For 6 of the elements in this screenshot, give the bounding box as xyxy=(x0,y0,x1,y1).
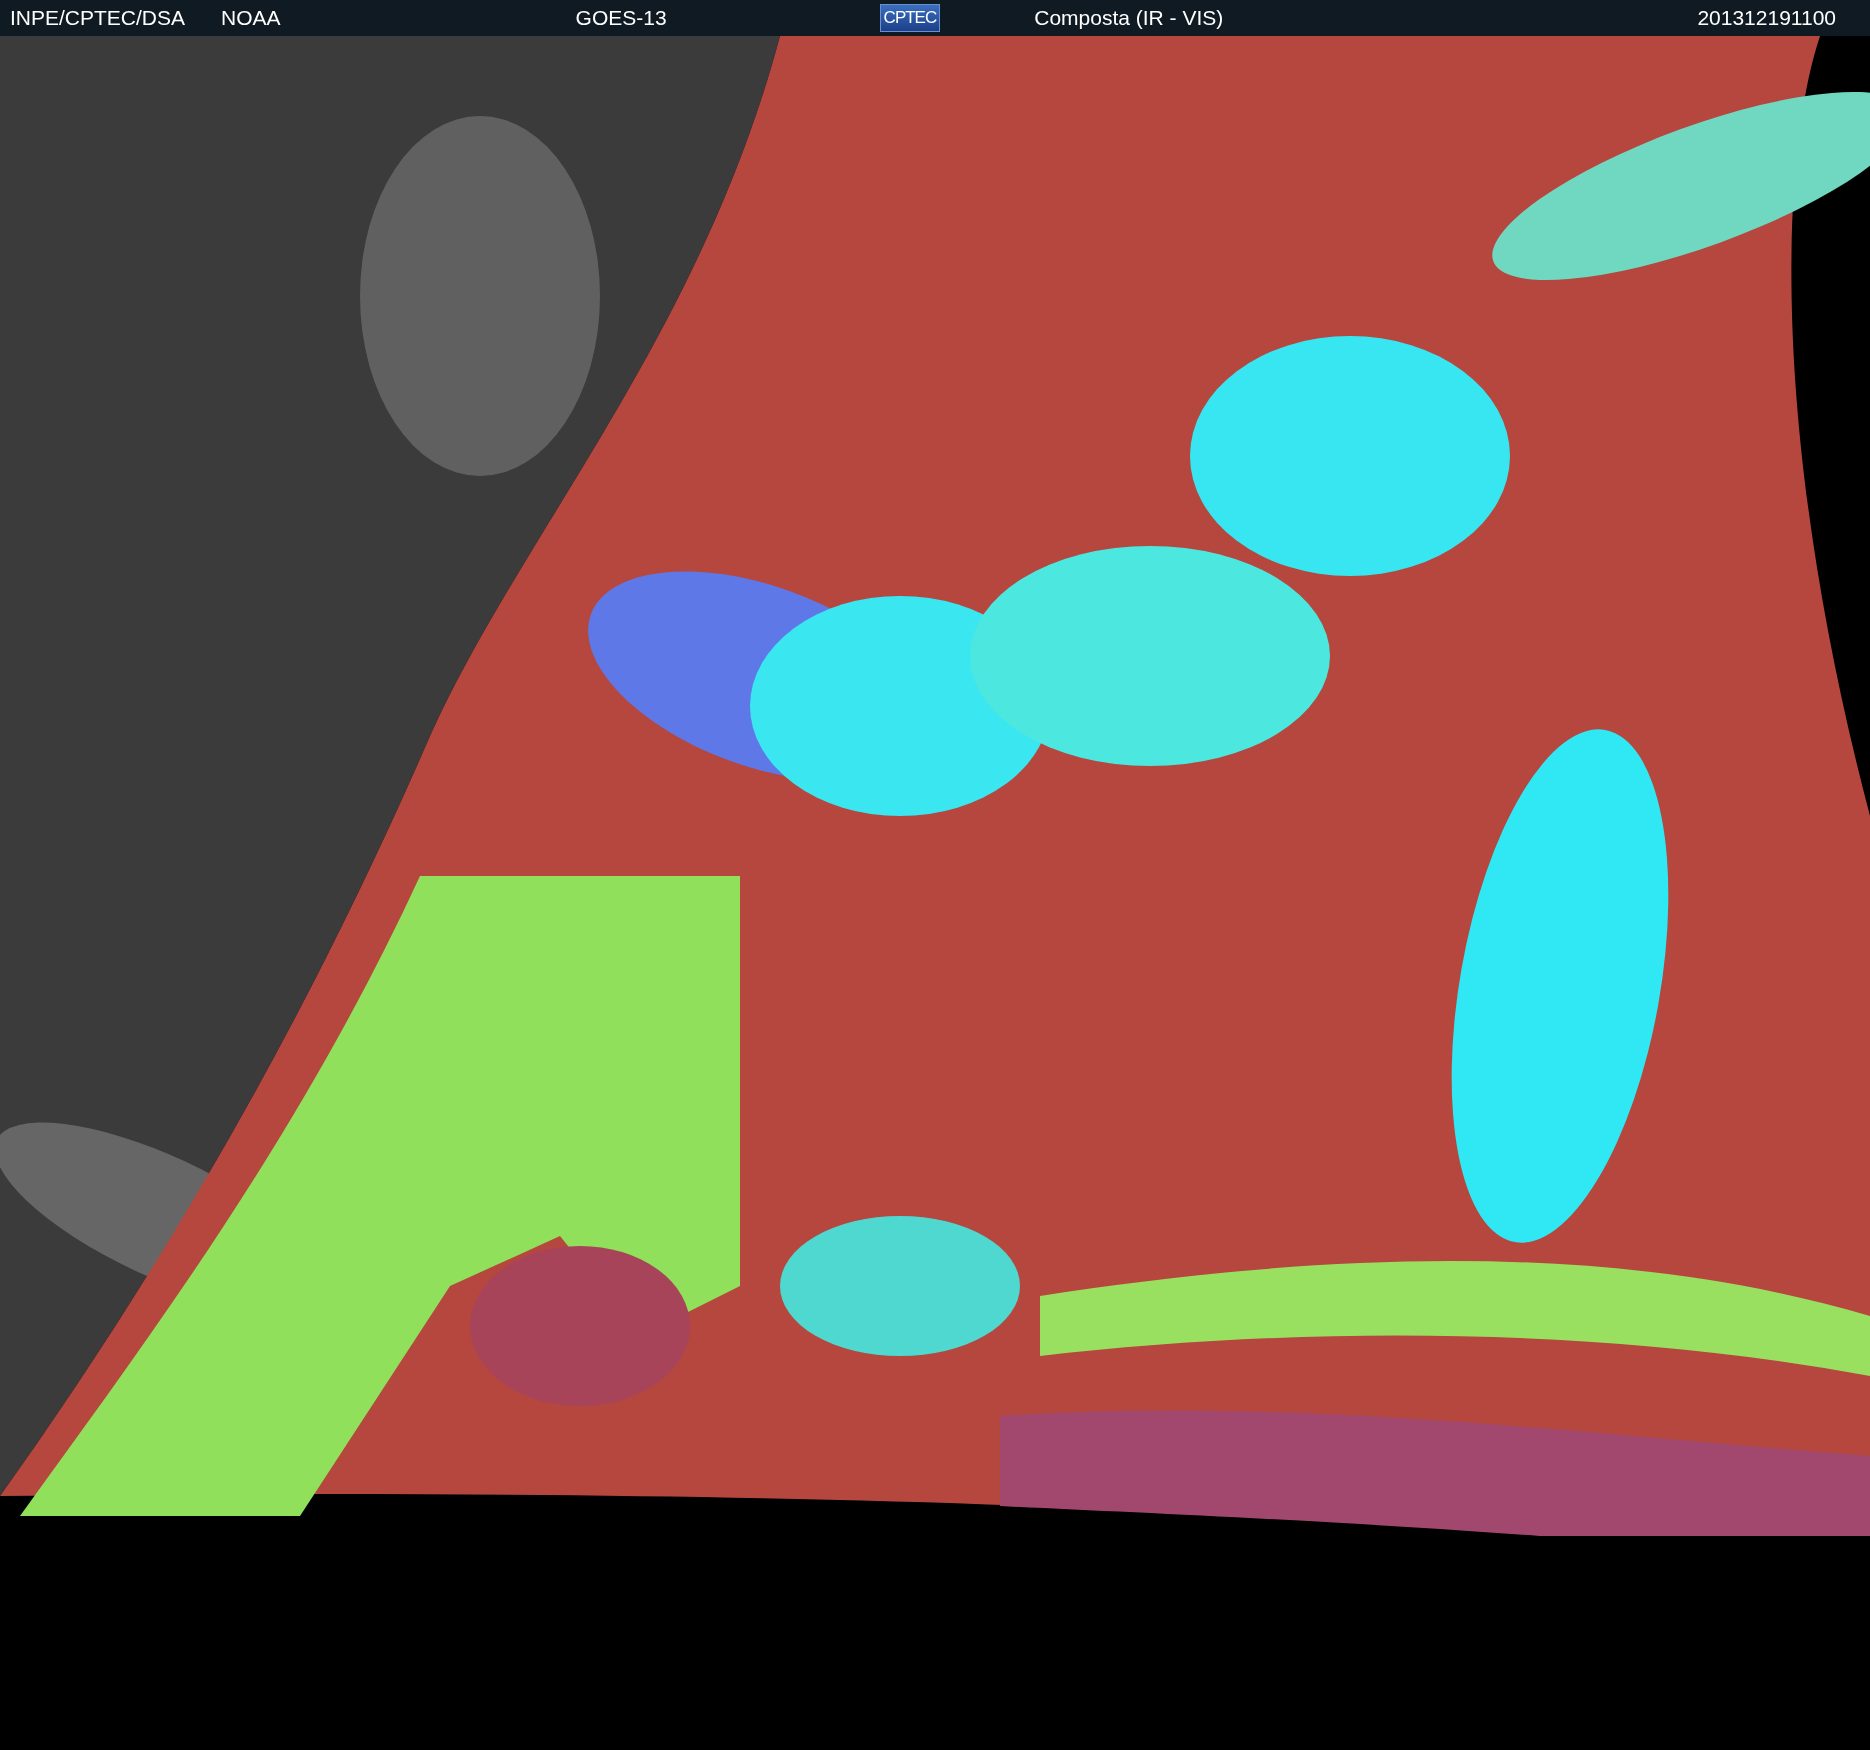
timestamp-label: 201312191100 xyxy=(1697,6,1836,30)
satellite-label: GOES-13 xyxy=(575,6,667,30)
product-label: Composta (IR - VIS) xyxy=(1034,6,1224,30)
source-label: INPE/CPTEC/DSA xyxy=(10,6,186,30)
logo: CPTEC xyxy=(879,4,941,32)
agency-label: NOAA xyxy=(221,6,281,30)
